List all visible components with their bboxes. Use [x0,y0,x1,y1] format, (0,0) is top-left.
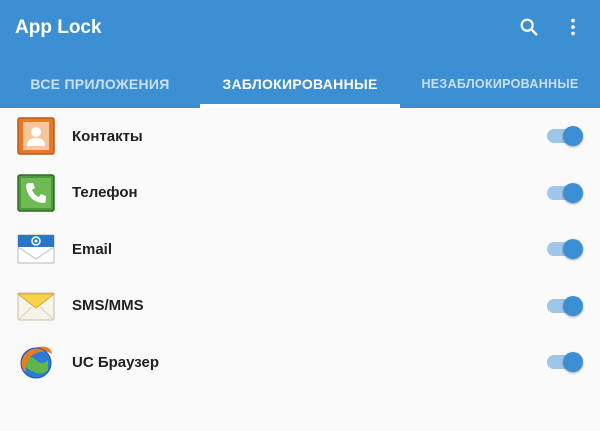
more-vert-icon [571,18,575,36]
toggle-thumb [563,239,583,259]
list-item-sms[interactable]: SMS/MMS [0,278,600,335]
toolbar-actions [516,14,586,40]
more-options-button[interactable] [560,14,586,40]
app-label: UC Браузер [72,353,160,371]
email-icon [17,234,55,264]
contacts-icon [17,117,55,155]
sms-icon [16,292,56,320]
lock-toggle-email[interactable] [545,238,585,260]
lock-toggle-sms[interactable] [545,295,585,317]
list-item-email[interactable]: Email [0,221,600,278]
list-item-uc-browser[interactable]: UC Браузер [0,334,600,391]
app-label: SMS/MMS [72,297,144,314]
search-button[interactable] [516,14,542,40]
tab-all-apps[interactable]: ВСЕ ПРИЛОЖЕНИЯ [0,60,200,108]
app-bar: App Lock ВСЕ ПРИЛОЖЕНИЯ ЗАБЛОКИРОВАННЫЕ … [0,0,600,108]
list-item-phone[interactable]: Телефон [0,165,600,222]
app-title: App Lock [15,17,102,38]
toggle-thumb [563,295,583,316]
uc-browser-icon [20,346,52,379]
tab-unlocked[interactable]: НЕЗАБЛОКИРОВАННЫЕ [400,60,600,108]
lock-toggle-uc-browser[interactable] [545,351,585,373]
toggle-thumb [563,182,583,203]
app-label: Телефон [72,184,138,201]
locked-apps-list: Контакты Телефон Email SMS/MMS UC Браузе… [0,108,600,391]
lock-toggle-contacts[interactable] [545,125,585,147]
toggle-thumb [563,352,583,372]
tab-bar: ВСЕ ПРИЛОЖЕНИЯ ЗАБЛОКИРОВАННЫЕ НЕЗАБЛОКИ… [0,60,600,108]
lock-toggle-phone[interactable] [545,182,585,204]
toggle-thumb [563,126,583,146]
search-icon [520,18,538,36]
app-label: Контакты [72,127,143,145]
tab-locked[interactable]: ЗАБЛОКИРОВАННЫЕ [200,60,400,108]
list-item-contacts[interactable]: Контакты [0,108,600,165]
app-label: Email [72,240,113,258]
phone-icon [17,173,55,212]
